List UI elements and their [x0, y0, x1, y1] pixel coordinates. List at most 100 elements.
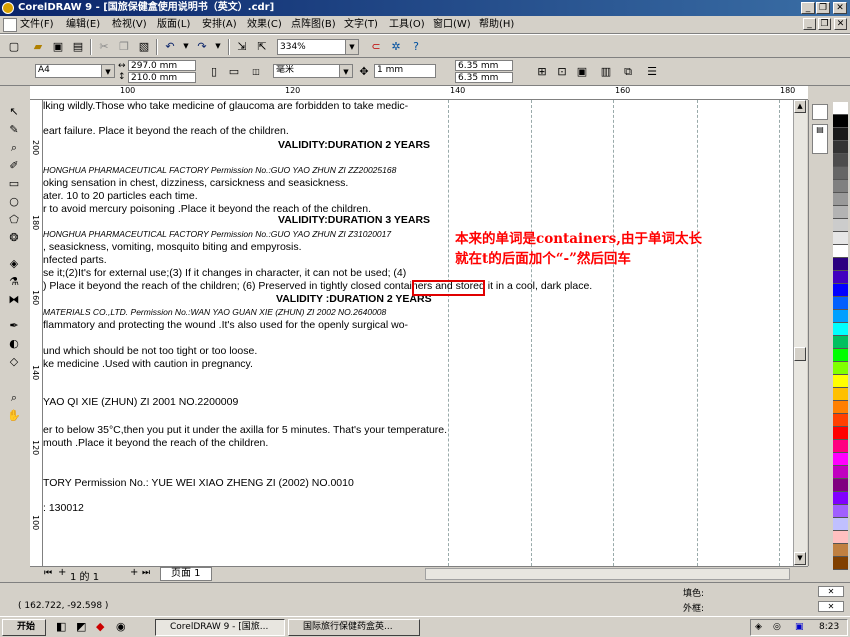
scroll-up-icon[interactable]: ▲: [794, 100, 806, 113]
color-swatch[interactable]: [833, 388, 848, 401]
duplicate-y-field[interactable]: 6.35 mm: [455, 72, 513, 83]
color-swatch[interactable]: [833, 232, 848, 245]
chevron-down-icon[interactable]: ▼: [345, 40, 358, 54]
fill-tool-icon[interactable]: ◐: [6, 336, 22, 352]
export-icon[interactable]: ⇱: [254, 39, 270, 54]
page-size-select[interactable]: A4 ▼: [35, 64, 115, 78]
landscape-icon[interactable]: ▭: [226, 64, 242, 79]
scroll-down-icon[interactable]: ▼: [794, 552, 806, 565]
menu-help[interactable]: 帮助(H): [479, 17, 514, 32]
horizontal-ruler[interactable]: 100 120 140 160 180: [30, 86, 808, 100]
docker-tab[interactable]: ▤: [812, 124, 828, 154]
color-swatch[interactable]: [833, 557, 848, 570]
color-palette[interactable]: [832, 100, 849, 570]
save-icon[interactable]: ▣: [50, 39, 66, 54]
quicklaunch-icon[interactable]: ◩: [76, 620, 86, 633]
nudge-field[interactable]: 1 mm: [374, 64, 436, 78]
open-icon[interactable]: ▰: [30, 39, 46, 54]
redo-icon[interactable]: ↷: [194, 39, 210, 54]
tray-icon[interactable]: ◎: [773, 622, 781, 632]
duplicate-x-field[interactable]: 6.35 mm: [455, 60, 513, 71]
transform-options-icon[interactable]: ⧉: [620, 64, 636, 79]
import-icon[interactable]: ⇲: [234, 39, 250, 54]
task-coreldraw[interactable]: CorelDRAW 9 - [国旅...: [155, 619, 285, 636]
print-icon[interactable]: ▤: [70, 39, 86, 54]
edit-options-icon[interactable]: ☰: [644, 64, 660, 79]
ellipse-tool-icon[interactable]: ○: [6, 194, 22, 210]
color-swatch[interactable]: [833, 128, 848, 141]
shape-tool-icon[interactable]: ✎: [6, 122, 22, 138]
page-width-field[interactable]: 297.0 mm: [128, 60, 196, 71]
units-select[interactable]: 毫米 ▼: [273, 64, 353, 78]
interactive-fill-icon[interactable]: ◈: [6, 256, 22, 272]
snap-grid-icon[interactable]: ⊞: [534, 64, 550, 79]
redo-dropdown-icon[interactable]: ▼: [210, 39, 226, 54]
last-page-icon[interactable]: ⏭: [142, 568, 150, 578]
page-tab[interactable]: 页面 1: [160, 567, 212, 581]
color-swatch[interactable]: [833, 193, 848, 206]
color-swatch[interactable]: [833, 271, 848, 284]
add-page-icon[interactable]: +: [58, 567, 66, 578]
color-swatch[interactable]: [833, 401, 848, 414]
color-swatch[interactable]: [833, 453, 848, 466]
color-swatch[interactable]: [833, 531, 848, 544]
color-swatch[interactable]: [833, 284, 848, 297]
outline-swatch[interactable]: ✕: [818, 601, 844, 612]
color-swatch[interactable]: [833, 154, 848, 167]
quicklaunch-icon[interactable]: ◉: [116, 620, 126, 633]
eyedropper-icon[interactable]: ⚗: [6, 274, 22, 290]
snap-guides-icon[interactable]: ⊡: [554, 64, 570, 79]
doc-restore-button[interactable]: ❐: [818, 18, 831, 30]
menu-text[interactable]: 文字(T): [344, 17, 378, 32]
new-icon[interactable]: ▢: [6, 39, 22, 54]
cut-icon[interactable]: ✂: [96, 39, 112, 54]
menu-tools[interactable]: 工具(O): [389, 17, 425, 32]
menu-edit[interactable]: 编辑(E): [66, 17, 100, 32]
outline-tool-icon[interactable]: ✒: [6, 318, 22, 334]
color-swatch[interactable]: [833, 336, 848, 349]
rectangle-tool-icon[interactable]: ▭: [6, 176, 22, 192]
menu-file[interactable]: 文件(F): [20, 17, 54, 32]
color-swatch[interactable]: [833, 245, 848, 258]
color-swatch[interactable]: [833, 219, 848, 232]
quicklaunch-icon[interactable]: ◆: [96, 620, 104, 633]
freehand-tool-icon[interactable]: ✐: [6, 158, 22, 174]
color-swatch[interactable]: [833, 375, 848, 388]
doc-minimize-button[interactable]: _: [803, 18, 816, 30]
undo-dropdown-icon[interactable]: ▼: [178, 39, 194, 54]
page-height-field[interactable]: 210.0 mm: [128, 72, 196, 83]
paint-bucket-icon[interactable]: ◇: [6, 354, 22, 370]
minimize-button[interactable]: _: [801, 2, 815, 14]
color-swatch[interactable]: [833, 479, 848, 492]
options-icon[interactable]: ✲: [388, 39, 404, 54]
snap-objects-icon[interactable]: ▣: [574, 64, 590, 79]
color-swatch[interactable]: [833, 102, 848, 115]
color-swatch[interactable]: [833, 505, 848, 518]
first-page-icon[interactable]: ⏮: [44, 568, 52, 578]
vertical-ruler[interactable]: 200 180 160 140 120 100: [30, 100, 43, 566]
color-swatch[interactable]: [833, 427, 848, 440]
color-swatch[interactable]: [833, 206, 848, 219]
doc-close-button[interactable]: ✕: [834, 18, 847, 30]
menu-arrange[interactable]: 安排(A): [202, 17, 237, 32]
menu-view[interactable]: 检视(V): [112, 17, 147, 32]
color-swatch[interactable]: [833, 466, 848, 479]
color-swatch[interactable]: [833, 141, 848, 154]
color-swatch[interactable]: [833, 544, 848, 557]
color-swatch[interactable]: [833, 362, 848, 375]
scroll-thumb[interactable]: [794, 347, 806, 361]
menu-bitmaps[interactable]: 点阵图(B): [291, 17, 336, 32]
color-swatch[interactable]: [833, 323, 848, 336]
zoom-icon[interactable]: ⌕: [6, 390, 22, 406]
app-icon[interactable]: [2, 2, 14, 14]
whats-this-icon[interactable]: ?: [408, 39, 424, 54]
color-swatch[interactable]: [833, 258, 848, 271]
add-page-after-icon[interactable]: +: [130, 567, 138, 578]
color-swatch[interactable]: [833, 310, 848, 323]
color-swatch[interactable]: [833, 180, 848, 193]
portrait-icon[interactable]: ▯: [206, 64, 222, 79]
drawing-canvas[interactable]: lking wildly.Those who take medicine of …: [43, 100, 793, 566]
color-swatch[interactable]: [833, 167, 848, 180]
close-button[interactable]: ✕: [833, 2, 847, 14]
copy-icon[interactable]: ❐: [116, 39, 132, 54]
